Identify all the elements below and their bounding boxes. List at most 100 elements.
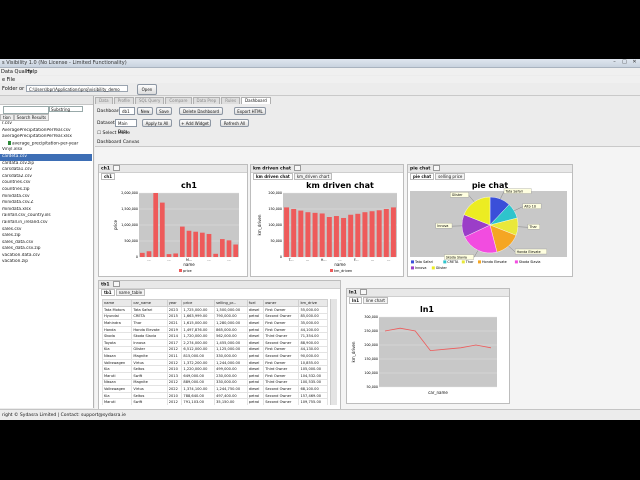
- column-header[interactable]: km_drive: [298, 299, 328, 307]
- file-list-item[interactable]: sales.zip: [0, 233, 92, 240]
- table-row[interactable]: Maruti Swift 2012 791,103.00 35,150.00 petrol…: [102, 398, 328, 405]
- file-name: minidata.xlsx: [2, 206, 31, 212]
- file-list-item[interactable]: vacation.zip: [0, 259, 92, 266]
- tab-data[interactable]: Data: [95, 97, 113, 104]
- panel-menu-button[interactable]: [433, 165, 441, 171]
- select-mode-checkbox[interactable]: ☐ Select Mode: [97, 131, 130, 136]
- tab-name-table[interactable]: name_table: [115, 289, 146, 296]
- table-cell: petrol: [246, 371, 265, 380]
- add-widget-button[interactable]: + Add Widget: [179, 119, 211, 127]
- table-cell: 791,103.00: [181, 398, 216, 405]
- close-icon[interactable]: ✕: [631, 60, 638, 65]
- column-header[interactable]: car_name: [131, 299, 168, 307]
- folder-path-input[interactable]: C:\Users\bpr\Applications\proj\visibilit…: [26, 85, 128, 92]
- panel-menu-button[interactable]: [294, 165, 302, 171]
- table-row[interactable]: Volkswagen Virtus 2022 1,374,100.00 1,244,75…: [102, 385, 328, 393]
- table-cell: Thar: [131, 319, 168, 327]
- table-row[interactable]: Volkswagen Virtus 2012 1,372,200.00 1,244,00…: [102, 358, 328, 367]
- file-name: cardata.csv.zip: [2, 160, 35, 166]
- table-row[interactable]: Nissan Magnite 2011 815,000.00 330,000.00 pet…: [102, 352, 328, 360]
- file-list-item[interactable]: vacation.data.csv: [0, 253, 92, 260]
- file-list-item[interactable]: AveragePrecipitationPerYear.csv: [0, 128, 92, 135]
- column-header[interactable]: name: [102, 299, 133, 307]
- file-list-item[interactable]: minidata.csv.Z: [0, 200, 92, 207]
- file-list-item[interactable]: rainfall.csv_country.xls: [0, 213, 92, 220]
- file-list-item[interactable]: averagePrecipitationPerYear.xlsx: [0, 134, 92, 141]
- table-row[interactable]: Honda Honda Elevate 2019 1,497,876.00 865,00…: [102, 325, 328, 334]
- panel-menu-button[interactable]: [359, 289, 367, 295]
- dashboard-select[interactable]: db1: [119, 107, 135, 115]
- new-button[interactable]: New: [137, 107, 153, 115]
- menu-help[interactable]: Help: [26, 69, 37, 75]
- table-row[interactable]: Mahindra Thar 2021 1,615,000.00 1,280,000.00…: [102, 319, 328, 327]
- apply-to-all-button[interactable]: Apply to All: [142, 119, 172, 127]
- table-cell: Honda: [102, 325, 133, 334]
- bar: [206, 233, 212, 257]
- table-row[interactable]: Skoda Skoda Slavia 2014 1,720,000.00 562,000…: [102, 332, 328, 340]
- table-row[interactable]: Nissan Magnite 2012 889,000.00 330,000.00 pet…: [102, 378, 328, 387]
- panel-menu-button[interactable]: [112, 281, 120, 287]
- file-list-item[interactable]: rainfall.in_ireland.csv: [0, 220, 92, 227]
- file-list-item[interactable]: carsdata2.csv: [0, 174, 92, 181]
- file-list-item[interactable]: sales_data.csv: [0, 240, 92, 247]
- file-list-item[interactable]: sales_data.csv.zip: [0, 246, 92, 253]
- tab-profile[interactable]: Profile: [113, 97, 134, 104]
- search-input[interactable]: [3, 106, 49, 114]
- file-list-item[interactable]: r.csv: [0, 121, 92, 128]
- table-cell: Nissan: [102, 378, 133, 387]
- tab-rules[interactable]: Rules: [221, 97, 241, 104]
- legend-label: km_driven: [334, 269, 352, 273]
- table-row[interactable]: Hyundai CRETA 2015 1,663,999.00 790,000.00 pe…: [102, 312, 328, 321]
- match-mode-dropdown[interactable]: Substring: [49, 106, 83, 112]
- tab-tb1[interactable]: tb1: [101, 289, 115, 296]
- panel-tb1[interactable]: tb1 tb1 name_table name car_name year price s…: [98, 280, 341, 410]
- file-list-item[interactable]: Vinyl.xlsx: [0, 147, 92, 154]
- file-list-item[interactable]: carsdata1.csv: [0, 167, 92, 174]
- delete-dashboard-button[interactable]: Delete Dashboard: [179, 107, 223, 115]
- table-scrollbar[interactable]: [330, 299, 337, 405]
- open-button[interactable]: Open: [137, 84, 157, 95]
- save-button[interactable]: Save: [156, 107, 172, 115]
- column-header[interactable]: owner: [263, 299, 300, 307]
- file-list-item[interactable]: average_precipitation-per-year: [0, 140, 92, 148]
- panel-menu-button[interactable]: [113, 165, 121, 171]
- panel-ln1[interactable]: ln1 ln1 line chart ln1 300,000 250,000 200,0…: [346, 288, 510, 404]
- file-list-item[interactable]: cardata.csv.zip: [0, 161, 92, 168]
- panel-ch1[interactable]: ch1 ch1 ch1 2,000,000 1,500,000 1,000,000 50…: [98, 164, 248, 277]
- column-header[interactable]: year: [166, 299, 183, 307]
- table-cell: Virtus: [131, 358, 168, 367]
- bar: [153, 193, 158, 257]
- dataset-select[interactable]: Main Data: [115, 119, 137, 134]
- bar: [180, 226, 185, 257]
- panel-km-driven[interactable]: km driven chat km driven chat km_driven c…: [250, 164, 404, 277]
- tab-location[interactable]: tion: [0, 114, 14, 121]
- table-row[interactable]: Kia Seltos 2010 1,220,000.00 499,000.00 diese…: [102, 365, 328, 373]
- tab-search-results[interactable]: Search Results: [13, 114, 50, 121]
- bar: [333, 216, 339, 257]
- table-row[interactable]: Tata Motors Tata Safari 2023 1,725,000.00 1,…: [102, 306, 328, 314]
- file-list-item[interactable]: cardeta.csv: [0, 153, 92, 161]
- tab-compare[interactable]: Compare: [165, 97, 192, 104]
- export-html-button[interactable]: Export HTML: [234, 107, 266, 115]
- file-list-item[interactable]: sales.csv: [0, 227, 92, 234]
- column-header[interactable]: fuel: [246, 299, 265, 307]
- table-row[interactable]: Kia Glister 2012 6,512,000.00 1,125,000.00 di…: [102, 345, 328, 354]
- table-row[interactable]: Toyota Innova 2017 2,274,000.00 1,455,000.00…: [102, 338, 328, 347]
- maximize-icon[interactable]: □: [621, 60, 628, 65]
- refresh-all-button[interactable]: Refresh All: [220, 119, 249, 127]
- tab-data-prep[interactable]: Data Prep: [192, 97, 221, 104]
- column-header[interactable]: price: [181, 299, 216, 307]
- file-name: sales_data.csv: [2, 239, 34, 245]
- table-row[interactable]: Kia Seltos 2010 788,640.00 497,400.00 petrol S…: [102, 391, 328, 400]
- file-list-item[interactable]: minidata.xlsx: [0, 207, 92, 214]
- bar: [369, 211, 375, 257]
- minimize-icon[interactable]: –: [611, 60, 618, 65]
- file-list-item[interactable]: minidata.csv: [0, 194, 92, 201]
- table-row[interactable]: Maruti Swift 2013 649,000.00 230,000.00 petro…: [102, 371, 328, 380]
- column-header[interactable]: selling_pr...: [214, 299, 248, 307]
- file-list-item[interactable]: countries.zip: [0, 187, 92, 194]
- file-list-item[interactable]: countries.csv: [0, 180, 92, 187]
- panel-pie[interactable]: pie chat pie chat selling price pie chat T…: [407, 164, 573, 277]
- tab-sql-query[interactable]: SQL Query: [135, 97, 165, 104]
- tab-dashboard[interactable]: Dashboard: [241, 97, 271, 104]
